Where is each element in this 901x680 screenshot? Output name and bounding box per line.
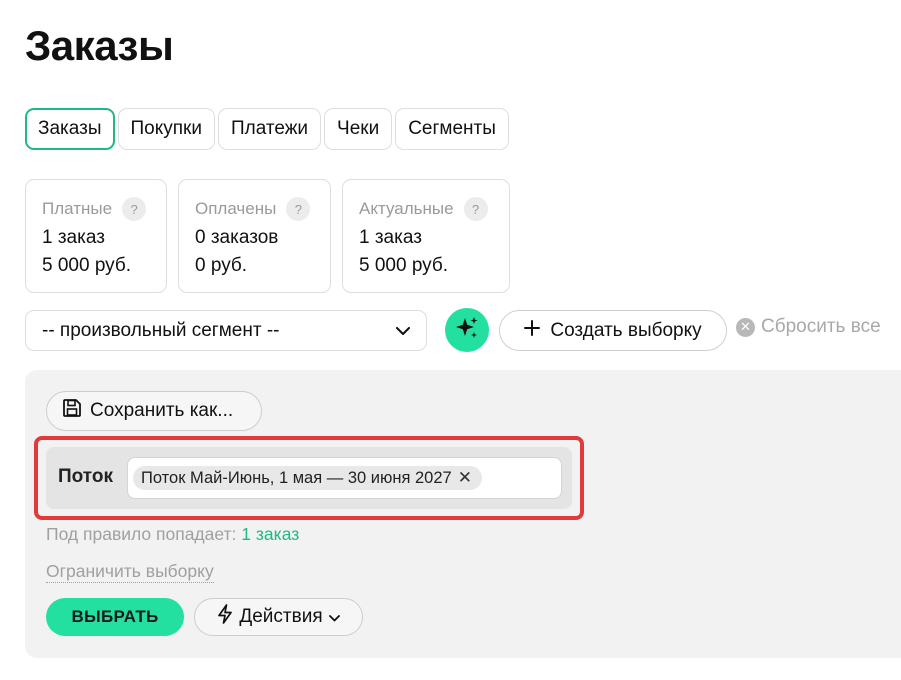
segment-select[interactable]: -- произвольный сегмент -- (25, 310, 427, 351)
stat-card-paid-off: Оплачены ? 0 заказов 0 руб. (178, 179, 331, 293)
tab-bar: Заказы Покупки Платежи Чеки Сегменты (25, 108, 509, 150)
match-summary: Под правило попадает: 1 заказ (46, 524, 299, 545)
actions-button[interactable]: Действия (194, 598, 363, 636)
stat-count: 1 заказ (359, 227, 422, 248)
stat-title: Платные (42, 199, 113, 218)
tab-purchases[interactable]: Покупки (117, 108, 215, 150)
match-count-link[interactable]: 1 заказ (241, 524, 299, 544)
stat-title: Актуальные (359, 199, 454, 218)
actions-label: Действия (239, 606, 323, 627)
lightning-icon (217, 604, 233, 630)
segment-select-value: -- произвольный сегмент -- (42, 319, 280, 341)
stat-amount: 5 000 руб. (359, 255, 449, 276)
tab-segments[interactable]: Сегменты (395, 108, 509, 150)
tab-receipts[interactable]: Чеки (324, 108, 393, 150)
floppy-disk-icon (62, 398, 82, 424)
stat-count: 0 заказов (195, 227, 279, 248)
stat-card-actual: Актуальные ? 1 заказ 5 000 руб. (342, 179, 510, 293)
tab-orders[interactable]: Заказы (25, 108, 115, 150)
select-button[interactable]: ВЫБРАТЬ (46, 598, 184, 636)
chevron-down-icon (328, 606, 340, 628)
stat-card-paid: Платные ? 1 заказ 5 000 руб. (25, 179, 167, 293)
help-icon[interactable]: ? (463, 197, 488, 221)
save-as-button[interactable]: Сохранить как... (46, 391, 262, 431)
help-icon[interactable]: ? (122, 197, 147, 221)
tab-payments[interactable]: Платежи (217, 108, 322, 150)
stat-count: 1 заказ (42, 227, 105, 248)
stats-cards: Платные ? 1 заказ 5 000 руб. Оплачены ? … (25, 179, 510, 293)
magic-button[interactable] (445, 308, 489, 352)
match-prefix: Под правило попадает: (46, 524, 237, 544)
reset-all-button[interactable]: ✕ Сбросить все (736, 316, 881, 338)
limit-selection-link[interactable]: Ограничить выборку (46, 560, 214, 583)
reset-all-label: Сбросить все (761, 316, 881, 337)
close-circle-icon: ✕ (736, 317, 755, 337)
chevron-down-icon (396, 320, 410, 342)
plus-icon (524, 319, 541, 342)
sparkles-icon (454, 315, 480, 346)
create-selection-label: Создать выборку (550, 319, 702, 341)
stat-amount: 0 руб. (195, 255, 248, 276)
highlight-frame (34, 436, 584, 520)
save-as-label: Сохранить как... (90, 400, 234, 421)
help-icon[interactable]: ? (286, 197, 311, 221)
create-selection-button[interactable]: Создать выборку (499, 310, 727, 351)
stat-title: Оплачены (195, 199, 277, 218)
page-title: Заказы (25, 22, 174, 69)
stat-amount: 5 000 руб. (42, 255, 132, 276)
